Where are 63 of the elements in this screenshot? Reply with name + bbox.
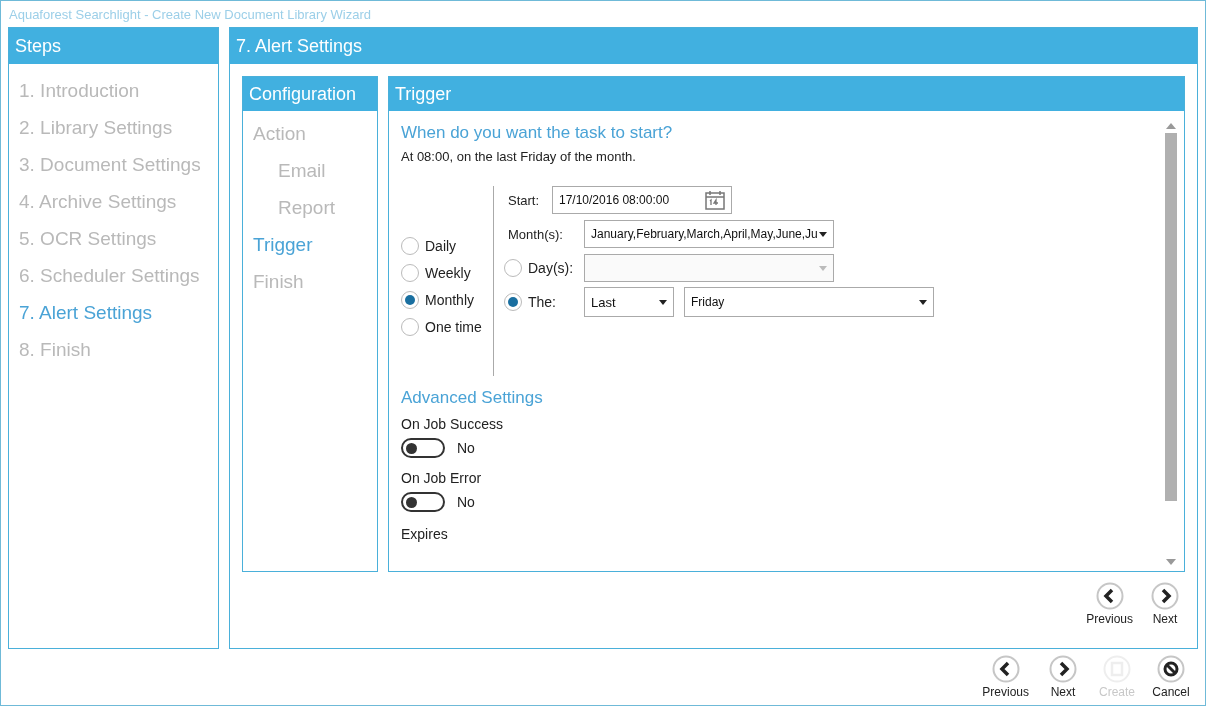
left-chevron-icon (1095, 582, 1124, 610)
radio-label: The: (528, 294, 556, 310)
next-button[interactable]: Next (1145, 582, 1185, 626)
step-item[interactable]: 7. Alert Settings (19, 300, 218, 325)
weekday-dropdown[interactable]: Friday (684, 287, 934, 317)
step-item[interactable]: 8. Finish (19, 337, 218, 362)
right-chevron-icon (1049, 655, 1077, 683)
field-label: Expires (401, 526, 449, 542)
scroll-down-icon (1166, 559, 1176, 565)
step-item[interactable]: 1. Introduction (19, 78, 218, 103)
panel-header: Trigger (389, 77, 1184, 111)
panel-header: 7. Alert Settings (230, 28, 1197, 64)
toggle-state: No (457, 440, 475, 456)
scroll-up-icon (1166, 123, 1176, 129)
right-chevron-icon (1151, 582, 1179, 610)
scrollbar-thumb[interactable] (1165, 133, 1177, 501)
panel-header: Steps (9, 28, 218, 64)
radio-label: One time (425, 318, 482, 335)
months-dropdown[interactable]: January,February,March,April,May,June,Ju (584, 220, 834, 248)
radio-label: Monthly (425, 291, 475, 308)
step-item[interactable]: 6. Scheduler Settings (19, 263, 218, 288)
radio-button[interactable] (401, 263, 419, 282)
radio-button[interactable] (401, 290, 419, 309)
dropdown-caret-icon (819, 265, 827, 271)
schedule-summary: At 08:00, on the last Friday of the month. (401, 149, 637, 164)
radio-label: Day(s): (528, 260, 574, 276)
step-item[interactable]: 3. Document Settings (19, 152, 218, 177)
toggle-switch[interactable] (401, 492, 445, 512)
toggle-switch[interactable] (401, 438, 445, 458)
nav-item[interactable]: Trigger (253, 232, 377, 257)
toggle-label: On Job Success (401, 416, 504, 432)
dropdown-caret-icon (659, 299, 667, 305)
nav-item[interactable]: Finish (253, 269, 377, 294)
field-label: Month(s): (508, 226, 563, 242)
cancel-button[interactable]: Cancel (1151, 655, 1191, 703)
left-chevron-icon (991, 655, 1020, 683)
radio-button[interactable] (401, 236, 419, 255)
step-item[interactable]: 5. OCR Settings (19, 226, 218, 251)
date-field[interactable]: 17/10/2016 08:00:00 (552, 186, 732, 214)
previous-button[interactable]: Previous (982, 655, 1029, 703)
next-button[interactable]: Next (1043, 655, 1083, 703)
calendar-icon (705, 190, 725, 210)
step-item[interactable]: 2. Library Settings (19, 115, 218, 140)
ordinal-dropdown[interactable]: Last (584, 287, 674, 317)
previous-button[interactable]: Previous (1086, 582, 1133, 626)
radio-label: Weekly (425, 264, 471, 281)
radio-label: Daily (425, 237, 457, 254)
step-item[interactable]: 4. Archive Settings (19, 189, 218, 214)
panel-header: Configuration (243, 77, 377, 111)
field-label: Start: (508, 192, 540, 208)
window-title: Aquaforest Searchlight - Create New Document Library Wizard (8, 6, 372, 24)
nav-sub-item[interactable]: Report (253, 195, 377, 220)
nav-item[interactable]: Action (253, 121, 377, 146)
no-entry-icon (1157, 655, 1185, 683)
nav-sub-item[interactable]: Email (253, 158, 377, 183)
toggle-state: No (457, 494, 475, 510)
toggle-label: On Job Error (401, 470, 483, 486)
radio-button[interactable] (401, 317, 419, 336)
dropdown-caret-icon (819, 231, 827, 237)
radio-button[interactable] (504, 293, 522, 311)
section-heading: When do you want the task to start? (401, 123, 674, 143)
dropdown-caret-icon (919, 299, 927, 305)
section-heading: Advanced Settings (401, 388, 544, 408)
